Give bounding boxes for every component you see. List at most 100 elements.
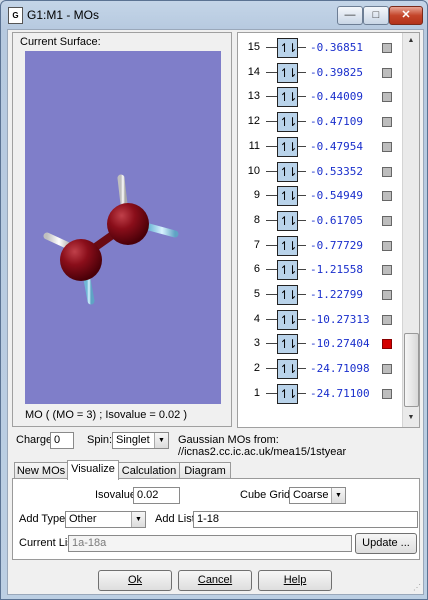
scrollbar-thumb[interactable] <box>404 333 419 407</box>
mo-energy: -0.47954 <box>310 139 363 153</box>
mo-energy: -0.53352 <box>310 164 363 178</box>
mo-select-checkbox[interactable] <box>382 290 392 300</box>
electron-pair-icon: ↿⇂ <box>277 210 298 231</box>
add-list-label: Add List: <box>155 513 198 525</box>
update-button[interactable]: Update ... <box>355 533 417 554</box>
tab-visualize[interactable]: Visualize <box>67 460 119 480</box>
mo-list-item[interactable]: 10 ↿⇂ -0.53352 <box>238 161 398 183</box>
mo-list-item[interactable]: 2 ↿⇂ -24.71098 <box>238 358 398 380</box>
mo-list-item[interactable]: 6 ↿⇂ -1.21558 <box>238 259 398 281</box>
mo-number: 8 <box>253 213 260 226</box>
mo-energy: -0.36851 <box>310 41 363 54</box>
mo-select-checkbox[interactable] <box>382 240 392 251</box>
mo-list-item[interactable]: 12 ↿⇂ -0.47109 <box>238 111 398 133</box>
mos-window: G G1:M1 - MOs — □ ✕ Current Surface: MO … <box>0 0 428 600</box>
add-list-input[interactable]: 1-18 <box>193 511 418 528</box>
mo-list-item[interactable]: 1 ↿⇂ -24.71100 <box>238 383 398 405</box>
electron-pair-icon: ↿⇂ <box>277 309 298 330</box>
mo-list-item[interactable]: 5 ↿⇂ -1.22799 <box>238 284 398 306</box>
chevron-down-icon[interactable]: ▼ <box>131 512 145 527</box>
help-label: Help <box>283 574 307 586</box>
add-type-select[interactable]: Other ▼ <box>65 511 146 528</box>
mo-number: 5 <box>253 288 260 300</box>
cube-grid-select[interactable]: Coarse ▼ <box>289 487 346 504</box>
electron-pair-icon: ↿⇂ <box>277 235 298 256</box>
maximize-button[interactable]: □ <box>363 6 389 25</box>
mo-select-checkbox[interactable] <box>382 339 392 350</box>
add-type-label: Add Type: <box>19 513 69 525</box>
electron-pair-icon: ↿⇂ <box>277 334 298 355</box>
scroll-up-icon[interactable]: ▲ <box>404 34 418 48</box>
mo-list-item[interactable]: 4 ↿⇂ -10.27313 <box>238 309 398 331</box>
electron-pair-icon: ↿⇂ <box>277 87 298 108</box>
mo-energy-list[interactable]: 15 ↿⇂ -0.36851 14 ↿⇂ -0.39825 13 ↿⇂ -0.44009 12 ↿⇂… <box>237 32 420 428</box>
electron-pair-icon: ↿⇂ <box>277 112 298 133</box>
chevron-down-icon[interactable]: ▼ <box>331 488 345 503</box>
tab-calculation[interactable]: Calculation <box>118 462 180 479</box>
electron-pair-icon: ↿⇂ <box>277 161 298 182</box>
spin-select[interactable]: Singlet ▼ <box>112 432 169 449</box>
cancel-button[interactable]: Cancel <box>178 570 252 591</box>
mo-number: 7 <box>253 238 260 251</box>
mo-select-checkbox[interactable] <box>382 191 392 202</box>
mo-number: 2 <box>253 362 260 375</box>
mo-list-item[interactable]: 3 ↿⇂ -10.27404 <box>238 333 398 355</box>
mo-number: 14 <box>247 65 260 78</box>
tab-diagram[interactable]: Diagram <box>179 462 231 479</box>
mo-select-checkbox[interactable] <box>382 265 392 276</box>
mo-list-item[interactable]: 14 ↿⇂ -0.39825 <box>238 62 398 84</box>
mo-list-item[interactable]: 15 ↿⇂ -0.36851 <box>238 37 398 59</box>
mo-list-item[interactable]: 13 ↿⇂ -0.44009 <box>238 86 398 108</box>
mo-select-checkbox[interactable] <box>382 117 392 128</box>
mo-select-checkbox[interactable] <box>382 215 392 226</box>
mo-caption: MO ( (MO = 3) ; Isovalue = 0.02 ) <box>25 409 187 421</box>
mo-number: 3 <box>253 337 260 350</box>
spin-label: Spin: <box>87 434 113 446</box>
minimize-button[interactable]: — <box>337 6 363 25</box>
chevron-down-icon[interactable]: ▼ <box>154 433 168 448</box>
mo-energy: -0.39825 <box>310 65 363 79</box>
mo-select-checkbox[interactable] <box>382 92 392 103</box>
mo-select-checkbox[interactable] <box>382 388 392 399</box>
ok-button[interactable]: Ok <box>98 570 172 591</box>
mo-select-checkbox[interactable] <box>382 43 392 53</box>
isovalue-input[interactable]: 0.02 <box>133 487 180 504</box>
current-list-field: 1a-18a <box>68 535 352 552</box>
title-bar[interactable]: G G1:M1 - MOs — □ ✕ <box>1 1 427 29</box>
mo-select-checkbox[interactable] <box>382 166 392 177</box>
mo-list-scrollbar[interactable]: ▲ ▼ <box>402 33 419 427</box>
mo-list-item[interactable]: 11 ↿⇂ -0.47954 <box>238 136 398 158</box>
gaussview-app-icon: G <box>8 7 23 24</box>
spin-value: Singlet <box>116 434 150 446</box>
dialog-body: Current Surface: MO ((MO = 3) ; Isovalu… <box>7 29 424 595</box>
mo-number: 15 <box>247 41 260 53</box>
tab-new-mos[interactable]: New MOs <box>14 462 68 479</box>
mo-select-checkbox[interactable] <box>382 364 392 375</box>
mo-energy: -10.27313 <box>310 312 370 326</box>
mo-number: 11 <box>248 139 260 152</box>
resize-grip-icon[interactable]: ⋰ <box>413 583 421 592</box>
ethylene-molecule-image <box>43 174 179 305</box>
help-button[interactable]: Help <box>258 570 332 591</box>
window-title: G1:M1 - MOs <box>27 8 100 22</box>
mo-list-item[interactable]: 9 ↿⇂ -0.54949 <box>238 185 398 207</box>
charge-input[interactable]: 0 <box>50 432 74 449</box>
molecule-viewport[interactable] <box>25 51 221 404</box>
electron-pair-icon: ↿⇂ <box>277 62 298 83</box>
mo-select-checkbox[interactable] <box>382 67 392 78</box>
mo-select-checkbox[interactable] <box>382 314 392 325</box>
scroll-down-icon[interactable]: ▼ <box>404 411 418 425</box>
mo-list-item[interactable]: 8 ↿⇂ -0.61705 <box>238 210 398 232</box>
mo-number: 1 <box>253 386 260 399</box>
visualize-panel: Isovalue: 0.02 Cube Grid: Coarse ▼ Add T… <box>12 478 420 560</box>
close-button[interactable]: ✕ <box>389 6 423 25</box>
mo-energy: -1.22799 <box>310 288 363 301</box>
mo-list-item[interactable]: 7 ↿⇂ -0.77729 <box>238 235 398 257</box>
ok-label: Ok <box>127 574 143 586</box>
mo-energy: -0.61705 <box>310 213 363 227</box>
carbon-atom <box>60 239 102 281</box>
mo-energy: -0.47109 <box>310 115 363 129</box>
electron-pair-icon: ↿⇂ <box>277 38 298 58</box>
mo-select-checkbox[interactable] <box>382 141 392 152</box>
mo-number: 6 <box>253 263 260 276</box>
